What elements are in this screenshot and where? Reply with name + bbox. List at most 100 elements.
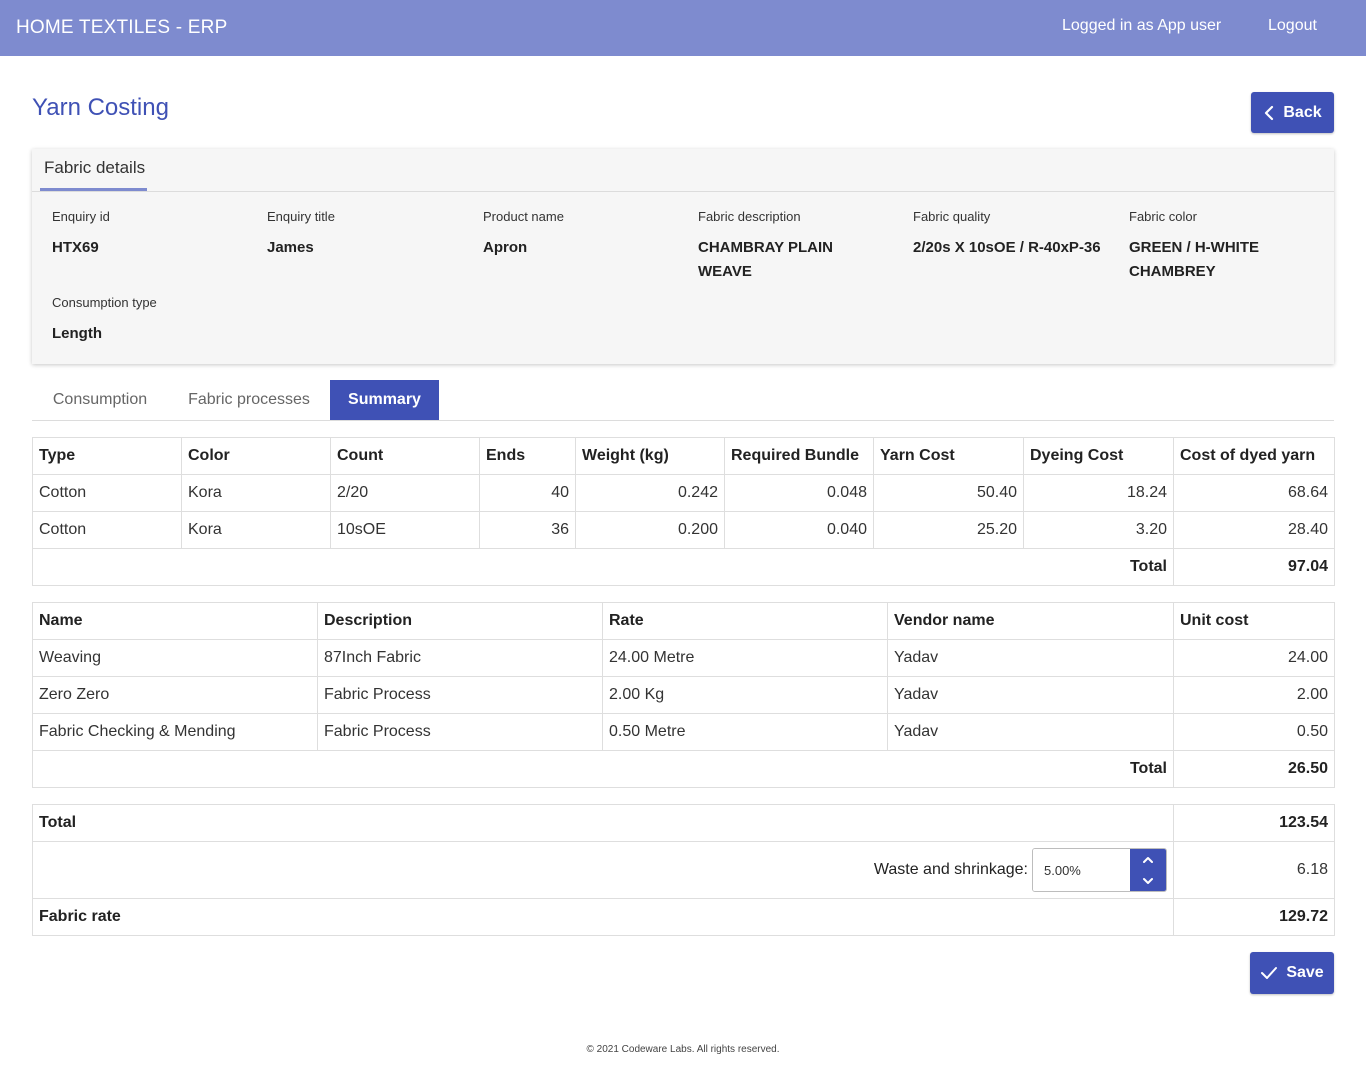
field-enquiry-id: Enquiry id HTX69 (52, 209, 252, 260)
cell-color: Kora (181, 474, 331, 512)
field-fabric-quality: Fabric quality 2/20s X 10sOE / R-40xP-36 (913, 209, 1108, 260)
chevron-down-icon[interactable] (1130, 870, 1166, 891)
waste-value: 6.18 (1173, 841, 1335, 899)
summary-total-row: Total 123.54 (32, 804, 1335, 842)
fabric-details-card: Fabric details Enquiry id HTX69 Enquiry … (32, 149, 1334, 364)
table-row: Cotton Kora 2/20 40 0.242 0.048 50.40 18… (32, 474, 1335, 512)
field-label: Enquiry title (267, 209, 335, 224)
fabric-rate-label: Fabric rate (32, 898, 1174, 936)
cell-cost-of-dyed-yarn: 68.64 (1173, 474, 1335, 512)
header-name: Name (32, 602, 318, 640)
field-label: Fabric color (1129, 209, 1197, 224)
header-type: Type (32, 437, 182, 475)
field-value: Length (52, 325, 102, 342)
field-label: Fabric quality (913, 209, 991, 224)
yarn-total-label: Total (32, 548, 1174, 586)
cell-dyeing-cost: 18.24 (1023, 474, 1174, 512)
fabric-process-table: Name Description Rate Vendor name Unit c… (32, 602, 1335, 788)
header-vendor-name: Vendor name (887, 602, 1174, 640)
field-consumption-type: Consumption type Length (52, 295, 252, 346)
waste-label: Waste and shrinkage: (873, 861, 1028, 878)
cell-ends: 36 (479, 511, 576, 549)
save-button-label: Save (1286, 964, 1324, 981)
yarn-total-value: 97.04 (1173, 548, 1335, 586)
header-unit-cost: Unit cost (1173, 602, 1335, 640)
table-row: Zero Zero Fabric Process 2.00 Kg Yadav 2… (32, 676, 1335, 714)
field-enquiry-title: Enquiry title James (267, 209, 467, 260)
process-total-label: Total (32, 750, 1174, 788)
cell-cost-of-dyed-yarn: 28.40 (1173, 511, 1335, 549)
footer-copyright: © 2021 Codeware Labs. All rights reserve… (586, 1044, 780, 1055)
fabric-rate-value: 129.72 (1173, 898, 1335, 936)
field-label: Fabric description (698, 209, 801, 224)
header-description: Description (317, 602, 603, 640)
cell-count: 2/20 (330, 474, 480, 512)
header-yarn-cost: Yarn Cost (873, 437, 1024, 475)
cell-ends: 40 (479, 474, 576, 512)
header-rate: Rate (602, 602, 888, 640)
cell-weight: 0.242 (575, 474, 725, 512)
cell-count: 10sOE (330, 511, 480, 549)
card-divider (32, 191, 1334, 192)
cell-rate: 0.50 Metre (602, 713, 888, 751)
cell-dyeing-cost: 3.20 (1023, 511, 1174, 549)
summary-total-value: 123.54 (1173, 804, 1335, 842)
cell-type: Cotton (32, 474, 182, 512)
cell-description: 87Inch Fabric (317, 639, 603, 677)
header-dyeing-cost: Dyeing Cost (1023, 437, 1174, 475)
table-total-row: Total 97.04 (32, 548, 1335, 586)
app-brand[interactable]: HOME TEXTILES - ERP (16, 17, 227, 39)
chevron-up-icon[interactable] (1130, 849, 1166, 870)
top-navbar: HOME TEXTILES - ERP Logged in as App use… (0, 0, 1366, 56)
cell-unit-cost: 0.50 (1173, 713, 1335, 751)
cell-rate: 24.00 Metre (602, 639, 888, 677)
table-row: Weaving 87Inch Fabric 24.00 Metre Yadav … (32, 639, 1335, 677)
table-row: Fabric Checking & Mending Fabric Process… (32, 713, 1335, 751)
save-button[interactable]: Save (1250, 952, 1334, 994)
back-button-label: Back (1283, 103, 1322, 121)
field-value: 2/20s X 10sOE / R-40xP-36 (913, 239, 1101, 256)
cell-color: Kora (181, 511, 331, 549)
process-total-value: 26.50 (1173, 750, 1335, 788)
tab-consumption[interactable]: Consumption (32, 380, 168, 420)
cell-required-bundle: 0.048 (724, 474, 874, 512)
tab-summary[interactable]: Summary (330, 380, 439, 420)
table-header-row: Name Description Rate Vendor name Unit c… (32, 602, 1335, 640)
logout-link[interactable]: Logout (1268, 17, 1317, 35)
cell-name: Weaving (32, 639, 318, 677)
cell-required-bundle: 0.040 (724, 511, 874, 549)
cell-yarn-cost: 25.20 (873, 511, 1024, 549)
yarn-cost-table: Type Color Count Ends Weight (kg) Requir… (32, 437, 1335, 586)
field-fabric-description: Fabric description CHAMBRAY PLAIN WEAVE (698, 209, 883, 284)
costing-tabs: Consumption Fabric processes Summary (32, 380, 1334, 421)
cell-vendor-name: Yadav (887, 639, 1174, 677)
chevron-left-icon (1263, 105, 1275, 121)
waste-stepper (1032, 848, 1167, 892)
header-weight: Weight (kg) (575, 437, 725, 475)
back-button[interactable]: Back (1251, 92, 1334, 133)
check-icon (1260, 966, 1278, 980)
header-ends: Ends (479, 437, 576, 475)
stepper-buttons (1130, 849, 1166, 891)
field-label: Enquiry id (52, 209, 110, 224)
summary-table: Total 123.54 Waste and shrinkage: 5.00% … (32, 804, 1335, 936)
tab-fabric-details[interactable]: Fabric details (44, 158, 145, 178)
field-product-name: Product name Apron (483, 209, 683, 260)
waste-cell: Waste and shrinkage: (32, 841, 1174, 899)
tab-fabric-processes[interactable]: Fabric processes (168, 380, 330, 420)
field-value: GREEN / H-WHITE CHAMBREY (1129, 239, 1259, 280)
waste-row: Waste and shrinkage: 6.18 (32, 841, 1335, 899)
field-fabric-color: Fabric color GREEN / H-WHITE CHAMBREY (1129, 209, 1319, 284)
cell-yarn-cost: 50.40 (873, 474, 1024, 512)
cell-type: Cotton (32, 511, 182, 549)
cell-vendor-name: Yadav (887, 676, 1174, 714)
waste-input[interactable] (1033, 849, 1130, 891)
fabric-rate-row: Fabric rate 129.72 (32, 898, 1335, 936)
field-value: James (267, 239, 314, 256)
header-color: Color (181, 437, 331, 475)
field-value: Apron (483, 239, 528, 256)
waste-control: Waste and shrinkage: (874, 848, 1167, 892)
header-count: Count (330, 437, 480, 475)
table-row: Cotton Kora 10sOE 36 0.200 0.040 25.20 3… (32, 511, 1335, 549)
table-total-row: Total 26.50 (32, 750, 1335, 788)
